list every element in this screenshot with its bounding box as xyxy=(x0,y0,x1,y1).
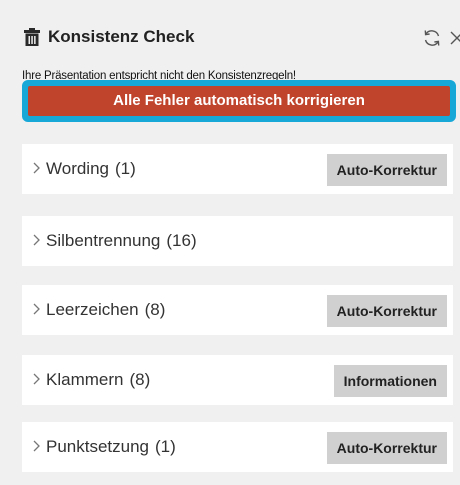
category-count: (1) xyxy=(155,437,176,456)
category-count: (8) xyxy=(144,300,166,319)
auto-correct-button[interactable]: Auto-Korrektur xyxy=(326,295,447,327)
category-row-wording[interactable]: Wording (1) Auto-Korrektur xyxy=(22,144,453,194)
category-count: (8) xyxy=(129,370,151,389)
fix-all-button[interactable]: Alle Fehler automatisch korrigieren xyxy=(28,86,450,116)
trash-icon xyxy=(24,28,40,46)
fix-all-button-focus-ring: Alle Fehler automatisch korrigieren xyxy=(22,80,456,122)
category-label: Wording (1) xyxy=(46,159,136,178)
pane-header: Konsistenz Check xyxy=(12,14,460,47)
category-label: Punktsetzung (1) xyxy=(46,437,176,456)
chevron-right-icon[interactable] xyxy=(32,231,42,249)
category-count: (1) xyxy=(115,159,136,178)
category-label: Klammern (8) xyxy=(46,370,151,389)
auto-correct-button[interactable]: Auto-Korrektur xyxy=(326,154,447,186)
category-row-klammern[interactable]: Klammern (8) Informationen xyxy=(22,355,453,405)
chevron-right-icon[interactable] xyxy=(32,159,42,177)
chevron-right-icon[interactable] xyxy=(32,437,42,455)
category-label: Silbentrennung (16) xyxy=(46,231,197,250)
chevron-right-icon[interactable] xyxy=(32,370,42,388)
category-row-punktsetzung[interactable]: Punktsetzung (1) Auto-Korrektur xyxy=(22,422,453,472)
chevron-right-icon[interactable] xyxy=(32,300,42,318)
pane-title: Konsistenz Check xyxy=(48,27,195,46)
auto-correct-button[interactable]: Auto-Korrektur xyxy=(326,432,447,464)
category-row-leerzeichen[interactable]: Leerzeichen (8) Auto-Korrektur xyxy=(22,285,453,335)
information-button[interactable]: Informationen xyxy=(333,365,447,397)
category-label: Leerzeichen (8) xyxy=(46,300,166,319)
close-icon[interactable] xyxy=(448,29,460,47)
category-count: (16) xyxy=(166,231,197,250)
category-row-silbentrennung[interactable]: Silbentrennung (16) xyxy=(22,216,453,266)
refresh-icon[interactable] xyxy=(422,28,442,48)
